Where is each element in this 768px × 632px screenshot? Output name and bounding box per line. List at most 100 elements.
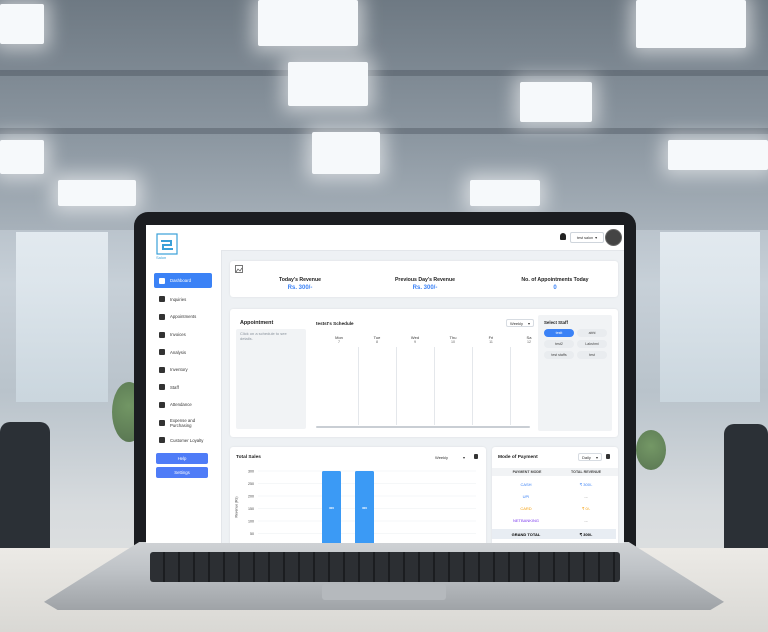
sidebar-item-inquiries[interactable]: Inquiries (154, 291, 212, 309)
stat-value: Rs. 300/- (287, 285, 313, 291)
sidebar-item-dashboard[interactable]: Dashboard (154, 273, 212, 288)
calendar-icon (159, 401, 165, 408)
staff-chip[interactable]: testt (544, 329, 574, 337)
stat-label: Previous Day's Revenue (394, 277, 456, 283)
staff-chip[interactable]: test2 (544, 340, 574, 348)
ceiling-light (288, 62, 368, 106)
stat-appointments-today: No. of Appointments Today 0 (500, 277, 610, 291)
sidebar-item-label: Customer Loyalty (170, 437, 204, 443)
day-number: 7 (338, 340, 340, 344)
chart-line-icon (159, 349, 165, 356)
schedule-column-divider (358, 347, 359, 425)
chevron-down-icon: ▾ (595, 236, 598, 240)
people-icon (159, 384, 165, 391)
office-chair (724, 424, 768, 554)
stat-value: 0 (553, 285, 557, 291)
payment-period-select[interactable]: Daily ▾ (578, 453, 602, 461)
sidebar-item-inventory[interactable]: Inventory (154, 361, 212, 379)
payment-revenue-cell: ₹ 300/- (579, 482, 593, 487)
office-chair (0, 422, 50, 552)
schedule-day-header: Mon 7 (320, 335, 358, 344)
schedule-day-header: Wed 9 (396, 335, 434, 344)
y-tick-label: 150 (248, 507, 254, 511)
staff-chip[interactable]: abhi (577, 329, 607, 337)
sidebar-item-attendance[interactable]: Attendance (154, 396, 212, 414)
brand-name: Salon (156, 255, 167, 260)
payment-mode-cell: UPI (522, 494, 530, 499)
schedule-card: Appointment Click on a schedule to see d… (230, 309, 618, 437)
laptop-screen: Salon Dashboard Inquiries Appointments Invo… (146, 225, 624, 543)
ceiling-light (520, 82, 592, 122)
appointment-title: Appointment (240, 320, 274, 326)
grand-total-value: ₹ 300/- (579, 531, 593, 537)
schedule-day-header: Thu 10 (434, 335, 472, 344)
window (660, 232, 760, 402)
sales-period-select[interactable]: Weekly ▾ (432, 453, 468, 461)
ceiling-light (312, 132, 380, 174)
payment-mode-header: PAYMENT MODE (512, 470, 542, 474)
ceiling-light (0, 140, 44, 174)
sidebar-nav: Dashboard Inquiries Appointments Invoices An… (154, 273, 212, 449)
ceiling-light (668, 140, 768, 170)
sidebar-item-staff[interactable]: Staff (154, 379, 212, 397)
grand-total-label: GRAND TOTAL (511, 531, 541, 537)
plant (636, 430, 666, 470)
download-icon[interactable] (474, 454, 478, 459)
total-sales-card: Total Sales Weekly ▾ Revenue (Rs) 300 250… (230, 447, 486, 543)
avatar[interactable] (605, 229, 622, 246)
bell-icon[interactable] (560, 233, 566, 240)
download-icon[interactable] (606, 454, 610, 459)
payment-revenue-cell: ... (584, 494, 588, 499)
settings-button[interactable]: Settings (156, 467, 208, 478)
sidebar-item-label: Inventory (170, 367, 188, 373)
appointment-panel (236, 329, 306, 429)
gift-icon (159, 437, 165, 444)
sidebar-item-expense-and-purchasing[interactable]: Expense and Purchasing (154, 414, 212, 432)
settings-label: Settings (174, 470, 190, 475)
day-number: 11 (489, 340, 493, 344)
staff-chip[interactable]: test (577, 351, 607, 359)
payment-mode-cell: NETBANKING (512, 518, 539, 523)
ceiling-light (636, 0, 746, 48)
ceiling-light (58, 180, 136, 206)
payment-title: Mode of Payment (498, 455, 538, 460)
bar-value-label: 300 (329, 506, 334, 510)
ceiling-light (258, 0, 358, 46)
ceiling-beam (0, 128, 768, 134)
day-number: 8 (376, 340, 378, 344)
user-menu[interactable]: test salon ▾ (570, 232, 604, 243)
sidebar-item-analysis[interactable]: Analysis (154, 343, 212, 361)
day-number: 9 (414, 340, 416, 344)
sidebar-item-label: Dashboard (170, 278, 192, 283)
stats-card: Today's Revenue Rs. 300/- Previous Day's… (230, 261, 618, 297)
sidebar-item-appointments[interactable]: Appointments (154, 308, 212, 326)
schedule-period-select[interactable]: Weekly ▾ (506, 319, 534, 327)
laptop-keyboard (150, 552, 620, 582)
ceiling-beam (0, 70, 768, 76)
y-axis-label: Revenue (Rs) (234, 496, 239, 518)
chevron-down-icon: ▾ (527, 320, 530, 326)
schedule-scrollbar[interactable] (316, 426, 530, 428)
schedule-column-divider (472, 347, 473, 425)
schedule-day-header: Fri 11 (472, 335, 510, 344)
schedule-column-divider (510, 347, 511, 425)
payment-revenue-header: TOTAL REVENUE (571, 470, 601, 474)
box-icon (159, 366, 165, 373)
image-icon (235, 265, 243, 273)
payment-mode-cell: CASH (520, 482, 532, 487)
sidebar-item-label: Invoices (170, 332, 186, 338)
sidebar-item-invoices[interactable]: Invoices (154, 326, 212, 344)
brand-logo-icon (156, 233, 178, 255)
staff-chip[interactable]: test staffs (544, 351, 574, 359)
payment-period-value: Daily (582, 454, 591, 460)
laptop-trackpad (322, 584, 446, 600)
help-button[interactable]: Help (156, 453, 208, 464)
stat-today-revenue: Today's Revenue Rs. 300/- (250, 277, 350, 291)
user-label: test salon (576, 235, 594, 240)
sidebar-item-customer-loyalty[interactable]: Customer Loyalty (154, 431, 212, 449)
sidebar-item-label: Expense and Purchasing (170, 417, 196, 428)
staff-chip[interactable]: Lakshmi (577, 340, 607, 348)
invoice-icon (159, 331, 165, 338)
window (16, 232, 108, 402)
stat-label: No. of Appointments Today (521, 277, 589, 283)
